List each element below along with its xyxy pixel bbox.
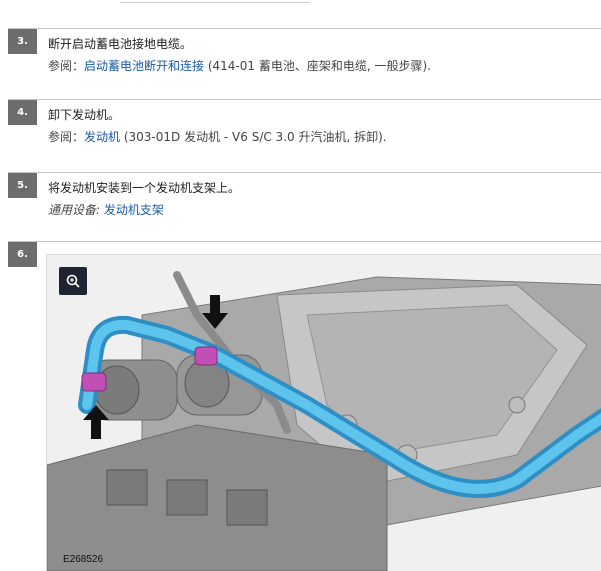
bolt: [508, 396, 526, 414]
block-detail: [106, 469, 148, 506]
figure-label: E268526: [63, 554, 104, 565]
block-detail: [226, 489, 268, 526]
step-tool: 通用设备: 发动机支架: [48, 203, 597, 217]
reference-suffix: (414-01 蓄电池、座架和电缆, 一般步骤).: [204, 59, 431, 73]
reference-link[interactable]: 启动蓄电池断开和连接: [84, 59, 204, 73]
step-5-body: 将发动机安装到一个发动机支架上。 通用设备: 发动机支架: [48, 181, 597, 225]
hose-clamp: [194, 346, 218, 366]
reference-suffix: (303-01D 发动机 - V6 S/C 3.0 升汽油机, 拆卸).: [120, 130, 387, 144]
step-reference: 参阅：启动蓄电池断开和连接 (414-01 蓄电池、座架和电缆, 一般步骤).: [48, 59, 597, 73]
block-detail: [166, 479, 208, 516]
step-title: 卸下发动机。: [48, 108, 121, 122]
step-3: 3. 断开启动蓄电池接地电缆。 参阅：启动蓄电池断开和连接 (414-01 蓄电…: [8, 28, 601, 99]
reference-link[interactable]: 发动机: [84, 130, 120, 144]
top-divider: [120, 0, 310, 3]
engine-figure[interactable]: E268526: [46, 254, 601, 571]
step-reference: 参阅：发动机 (303-01D 发动机 - V6 S/C 3.0 升汽油机, 拆…: [48, 130, 597, 144]
step-3-body: 断开启动蓄电池接地电缆。 参阅：启动蓄电池断开和连接 (414-01 蓄电池、座…: [48, 37, 597, 81]
reference-prefix: 参阅：: [48, 130, 85, 144]
hose-clamp: [81, 372, 107, 392]
zoom-in-icon: [66, 274, 80, 288]
engine-illustration: [47, 255, 601, 571]
step-title: 断开启动蓄电池接地电缆。: [48, 37, 193, 51]
reference-prefix: 参阅：: [48, 59, 85, 73]
step-6: 6. E268526: [8, 241, 601, 571]
step-number-badge: 3.: [8, 29, 37, 54]
tool-prefix: 通用设备:: [48, 203, 104, 217]
step-5: 5. 将发动机安装到一个发动机支架上。 通用设备: 发动机支架: [8, 172, 601, 241]
step-number-badge: 6.: [8, 242, 37, 267]
step-4: 4. 卸下发动机。 参阅：发动机 (303-01D 发动机 - V6 S/C 3…: [8, 99, 601, 170]
step-4-body: 卸下发动机。 参阅：发动机 (303-01D 发动机 - V6 S/C 3.0 …: [48, 108, 597, 152]
step-number-badge: 5.: [8, 173, 37, 198]
step-number-badge: 4.: [8, 100, 37, 125]
step-title: 将发动机安装到一个发动机支架上。: [48, 181, 241, 195]
tool-link[interactable]: 发动机支架: [104, 203, 164, 217]
zoom-in-button[interactable]: [59, 267, 87, 295]
